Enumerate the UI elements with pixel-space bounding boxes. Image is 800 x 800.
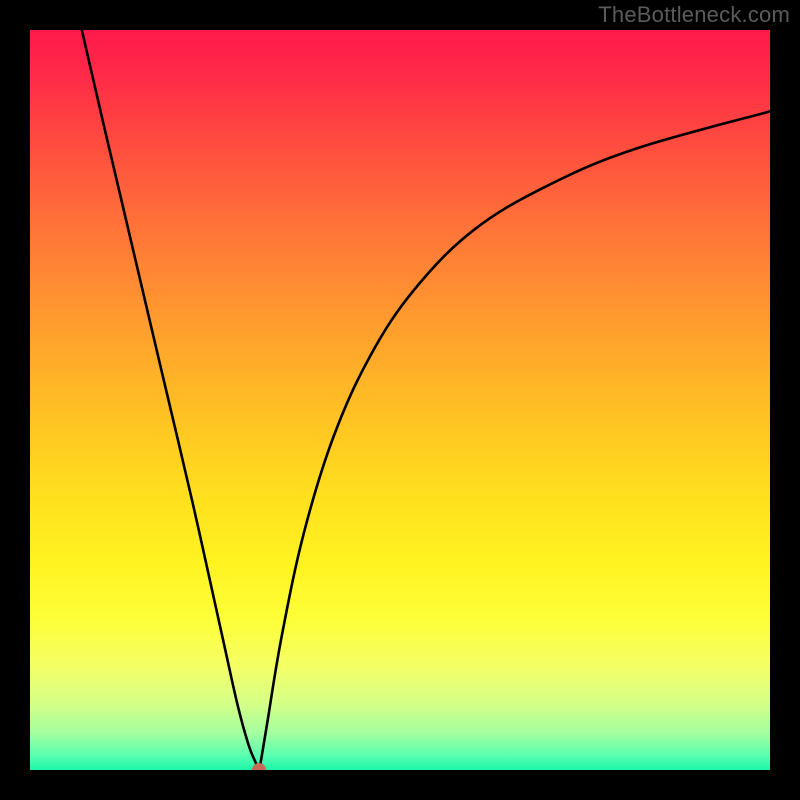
watermark-text: TheBottleneck.com: [598, 2, 790, 28]
bottleneck-curve: [30, 30, 770, 770]
plot-area: [30, 30, 770, 770]
sweet-spot-marker: [252, 763, 266, 770]
chart-frame: TheBottleneck.com: [0, 0, 800, 800]
curve-path: [82, 30, 770, 770]
